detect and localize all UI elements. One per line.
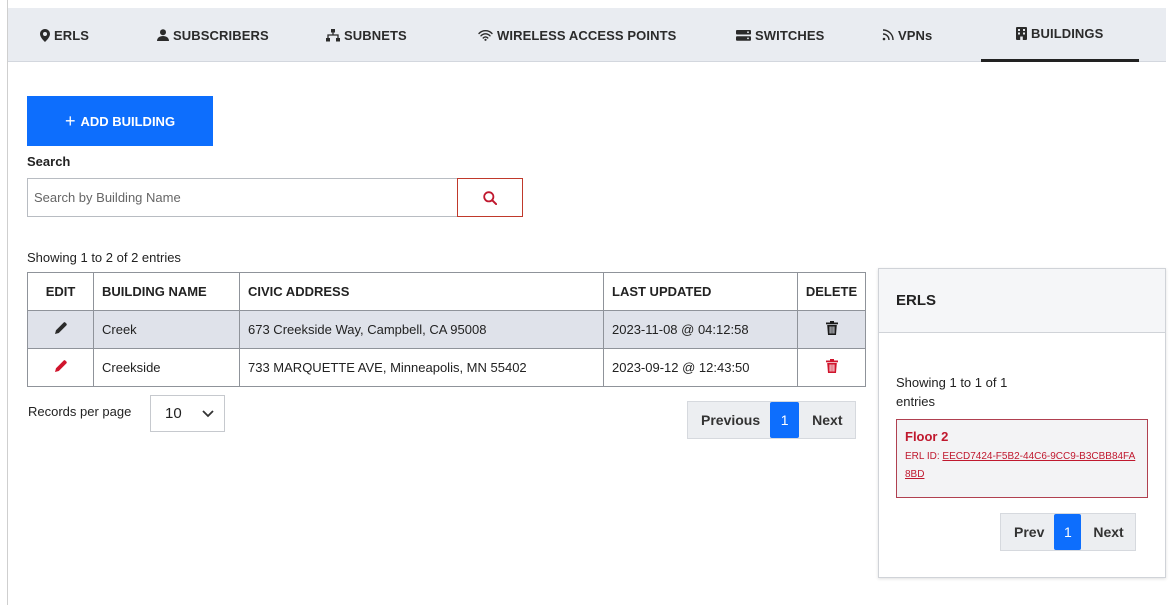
civic-address-cell: 733 MARQUETTE AVE, Minneapolis, MN 55402 xyxy=(239,348,604,387)
search-button[interactable] xyxy=(457,178,523,217)
erls-pagination: Prev 1 Next xyxy=(1000,513,1136,551)
edit-cell xyxy=(27,310,94,349)
table-row[interactable]: Creek 673 Creekside Way, Campbell, CA 95… xyxy=(27,310,866,349)
delete-cell xyxy=(797,310,866,349)
search-label: Search xyxy=(27,154,71,169)
chevron-down-icon xyxy=(202,410,214,418)
civic-address-cell: 673 Creekside Way, Campbell, CA 95008 xyxy=(239,310,604,349)
plus-icon: + xyxy=(64,111,76,131)
previous-page-button[interactable]: Previous xyxy=(688,402,770,438)
search-input[interactable] xyxy=(27,178,458,217)
pencil-icon[interactable] xyxy=(54,321,68,335)
tab-label: SUBSCRIBERS xyxy=(173,27,269,43)
last-updated-cell: 2023-11-08 @ 04:12:58 xyxy=(603,310,798,349)
switch-icon xyxy=(736,29,751,41)
column-header-edit: EDIT xyxy=(27,272,94,311)
trash-icon[interactable] xyxy=(825,321,838,335)
tab-vpns[interactable]: VPNs xyxy=(882,8,932,62)
add-building-button[interactable]: + ADD BUILDING xyxy=(27,96,213,146)
erls-panel-title: ERLS xyxy=(879,269,1165,333)
search-icon xyxy=(483,190,497,205)
map-pin-icon xyxy=(40,28,50,42)
records-per-page-value: 10 xyxy=(165,405,182,422)
add-building-label: ADD BUILDING xyxy=(80,113,176,129)
column-header-delete: DELETE xyxy=(797,272,866,311)
table-pagination: Previous 1 Next xyxy=(687,401,856,439)
last-updated-cell: 2023-09-12 @ 12:43:50 xyxy=(603,348,798,387)
column-header-last-updated[interactable]: LAST UPDATED xyxy=(603,272,798,311)
tab-switches[interactable]: SWITCHES xyxy=(736,8,824,62)
tab-erls[interactable]: ERLS xyxy=(40,8,89,62)
erl-id-row: ERL ID: EECD7424-F5B2-44C6-9CC9-B3CBB84F… xyxy=(905,448,1139,484)
next-page-button[interactable]: Next xyxy=(799,402,854,438)
tab-label: WIRELESS ACCESS POINTS xyxy=(497,27,677,43)
building-icon xyxy=(1016,27,1027,40)
column-header-building-name[interactable]: BUILDING NAME xyxy=(93,272,240,311)
tab-label: ERLS xyxy=(54,27,90,43)
entries-count: Showing 1 to 2 of 2 entries xyxy=(27,250,181,265)
rss-icon xyxy=(882,29,894,41)
column-header-civic-address[interactable]: CIVIC ADDRESS xyxy=(239,272,604,311)
tab-label: SUBNETS xyxy=(344,27,407,43)
network-icon xyxy=(326,28,340,41)
tab-label: SWITCHES xyxy=(755,27,825,43)
tab-wireless-access-points[interactable]: WIRELESS ACCESS POINTS xyxy=(478,8,676,62)
records-per-page-label: Records per page xyxy=(28,404,132,419)
building-name-cell: Creekside xyxy=(93,348,240,387)
erls-next-button[interactable]: Next xyxy=(1081,514,1134,550)
frame-border xyxy=(7,0,8,605)
buildings-table: EDIT BUILDING NAME CIVIC ADDRESS LAST UP… xyxy=(27,272,866,387)
wifi-icon xyxy=(478,30,493,41)
erl-name: Floor 2 xyxy=(905,429,949,444)
tab-label: VPNs xyxy=(898,27,933,43)
tab-buildings[interactable]: BUILDINGS xyxy=(981,8,1139,62)
table-row[interactable]: Creekside 733 MARQUETTE AVE, Minneapolis… xyxy=(27,348,866,387)
erls-panel: ERLS Showing 1 to 1 of 1 entries Floor 2… xyxy=(878,268,1166,578)
records-per-page-select[interactable]: 10 xyxy=(150,395,225,432)
page-1-button[interactable]: 1 xyxy=(770,402,800,438)
tab-bar: ERLS SUBSCRIBERS SUBNETS WIRELESS ACCESS… xyxy=(8,8,1166,62)
delete-cell xyxy=(797,348,866,387)
erl-id-label: ERL ID: xyxy=(905,451,940,462)
erls-page-1-button[interactable]: 1 xyxy=(1054,514,1082,550)
tab-subscribers[interactable]: SUBSCRIBERS xyxy=(157,8,269,62)
table-header-row: EDIT BUILDING NAME CIVIC ADDRESS LAST UP… xyxy=(27,272,866,311)
trash-icon[interactable] xyxy=(825,359,838,373)
edit-cell xyxy=(27,348,94,387)
tab-label: BUILDINGS xyxy=(1031,26,1104,41)
tab-subnets[interactable]: SUBNETS xyxy=(326,8,407,62)
erls-prev-button[interactable]: Prev xyxy=(1001,514,1054,550)
erl-id-link[interactable]: EECD7424-F5B2-44C6-9CC9-B3CBB84FA8BD xyxy=(905,451,1135,480)
erl-list-item[interactable]: Floor 2 ERL ID: EECD7424-F5B2-44C6-9CC9-… xyxy=(896,419,1148,498)
pencil-icon[interactable] xyxy=(54,359,68,373)
user-icon xyxy=(157,29,169,41)
building-name-cell: Creek xyxy=(93,310,240,349)
erls-entries-count: Showing 1 to 1 of 1 entries xyxy=(896,375,1008,409)
